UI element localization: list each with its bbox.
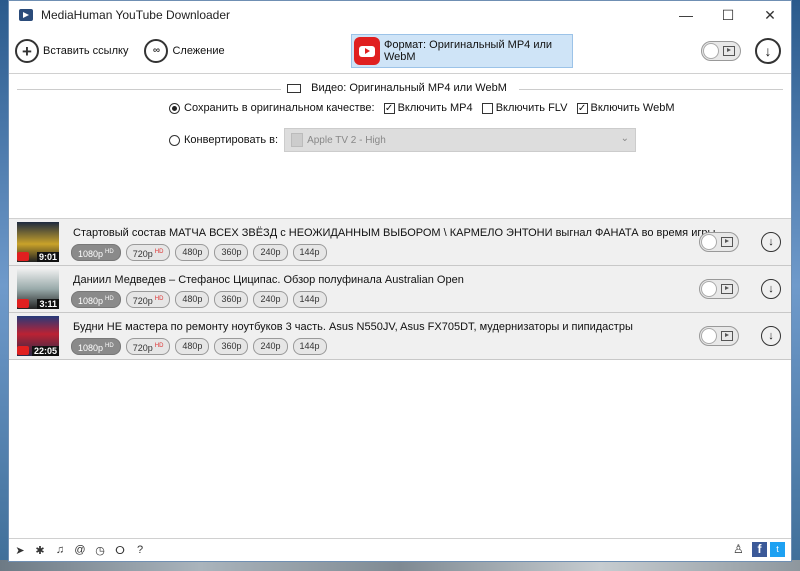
quality-options: 1080p HD 720p HD 480p 360p 240p 144p <box>71 291 332 308</box>
people-icon[interactable]: ♙ <box>733 542 747 556</box>
device-icon <box>291 133 304 147</box>
tracking-label: Слежение <box>172 45 225 57</box>
youtube-icon <box>17 346 29 355</box>
keep-original-radio[interactable] <box>169 102 180 114</box>
quality-480p[interactable]: 480p <box>175 291 210 308</box>
quality-options: 1080p HD 720p HD 480p 360p 240p 144p <box>71 338 332 355</box>
keep-original-row: Сохранить в оригинальном качестве: ✓ Вклю… <box>169 102 675 114</box>
gear-icon[interactable]: ✱ <box>31 544 49 557</box>
clock-icon[interactable]: ◷ <box>91 544 109 557</box>
section-title: Видео: Оригинальный MP4 или WebM <box>9 82 791 94</box>
quality-1080p[interactable]: 1080p HD <box>71 244 121 261</box>
video-title: Стартовый состав МАТЧА ВСЕХ ЗВЁЗД с НЕОЖ… <box>73 227 716 239</box>
auto-download-toggle[interactable] <box>701 41 741 61</box>
bottom-toolbar: ➤ ✱ ♫ @ ◷ ⵔ ? ♙ f t <box>9 538 791 561</box>
convert-label: Конвертировать в: <box>184 134 279 146</box>
video-title: Даниил Медведев – Стефанос Циципас. Обзо… <box>73 274 464 286</box>
convert-preset-select[interactable]: Apple TV 2 - High ⌄ <box>284 128 637 152</box>
quality-1080p[interactable]: 1080p HD <box>71 291 121 308</box>
quality-720p[interactable]: 720p HD <box>125 244 171 261</box>
video-duration: 22:05 <box>31 346 59 356</box>
video-duration: 9:01 <box>36 252 59 262</box>
list-item[interactable]: 9:01 Стартовый состав МАТЧА ВСЕХ ЗВЁЗД с… <box>9 219 791 266</box>
quality-720p[interactable]: 720p HD <box>125 291 171 308</box>
video-duration: 3:11 <box>37 299 59 309</box>
video-toggle[interactable] <box>699 279 739 299</box>
app-window: MediaHuman YouTube Downloader — ☐ ✕ + Вс… <box>8 0 792 562</box>
download-button[interactable]: ↓ <box>761 279 781 299</box>
minimize-button[interactable]: — <box>665 1 707 29</box>
video-title: Будни НЕ мастера по ремонту ноутбуков 3 … <box>73 321 633 333</box>
video-thumbnail: 9:01 <box>17 222 59 262</box>
title-bar: MediaHuman YouTube Downloader — ☐ ✕ <box>9 1 791 29</box>
quality-options: 1080p HD 720p HD 480p 360p 240p 144p <box>71 244 332 261</box>
youtube-icon <box>354 37 380 65</box>
paste-link-label: Вставить ссылку <box>43 45 129 57</box>
download-all-button[interactable]: ↓ <box>755 38 781 64</box>
window-title: MediaHuman YouTube Downloader <box>41 8 231 22</box>
quality-144p[interactable]: 144p <box>292 291 327 308</box>
desktop-background-left <box>0 0 8 571</box>
desktop-background-right <box>792 0 800 571</box>
download-list: 9:01 Стартовый состав МАТЧА ВСЕХ ЗВЁЗД с… <box>9 219 791 360</box>
quality-480p[interactable]: 480p <box>175 244 210 261</box>
video-thumbnail: 3:11 <box>17 269 59 309</box>
list-item[interactable]: 22:05 Будни НЕ мастера по ремонту ноутбу… <box>9 313 791 360</box>
quality-144p[interactable]: 144p <box>292 338 327 355</box>
keep-original-label: Сохранить в оригинальном качестве: <box>184 102 375 114</box>
quality-240p[interactable]: 240p <box>253 244 288 261</box>
include-flv-checkbox[interactable] <box>481 102 493 114</box>
convert-radio[interactable] <box>169 134 180 146</box>
toolbar: + Вставить ссылку ∞ Слежение Формат: Ори… <box>9 29 791 74</box>
quality-1080p[interactable]: 1080p HD <box>71 338 121 355</box>
format-label: Формат: Оригинальный MP4 или WebM <box>383 39 553 63</box>
video-icon <box>287 83 302 93</box>
chevron-down-icon: ⌄ <box>620 133 630 144</box>
include-flv-label: Включить FLV <box>495 102 568 114</box>
paste-link-button[interactable]: + Вставить ссылку <box>9 34 134 68</box>
maximize-button[interactable]: ☐ <box>707 1 749 29</box>
twitter-icon[interactable]: t <box>770 542 785 557</box>
include-mp4-label: Включить MP4 <box>397 102 473 114</box>
include-mp4-checkbox[interactable]: ✓ <box>383 102 395 114</box>
snail-icon[interactable]: @ <box>71 544 89 556</box>
video-icon <box>721 284 733 294</box>
list-item[interactable]: 3:11 Даниил Медведев – Стефанос Циципас.… <box>9 266 791 313</box>
format-settings-panel: Видео: Оригинальный MP4 или WebM Сохрани… <box>9 74 791 219</box>
video-icon <box>721 237 733 247</box>
video-icon <box>723 46 735 56</box>
format-button[interactable]: Формат: Оригинальный MP4 или WebM <box>351 34 573 68</box>
video-toggle[interactable] <box>699 232 739 252</box>
convert-preset-value: Apple TV 2 - High <box>307 134 386 146</box>
include-webm-checkbox[interactable]: ✓ <box>576 102 588 114</box>
video-thumbnail: 22:05 <box>17 316 59 356</box>
youtube-icon <box>17 299 29 308</box>
download-button[interactable]: ↓ <box>761 232 781 252</box>
plus-icon: + <box>15 39 39 63</box>
quality-720p[interactable]: 720p HD <box>125 338 171 355</box>
quality-360p[interactable]: 360p <box>214 338 249 355</box>
tracking-button[interactable]: ∞ Слежение <box>138 34 230 68</box>
quality-144p[interactable]: 144p <box>292 244 327 261</box>
quality-240p[interactable]: 240p <box>253 338 288 355</box>
binoculars-icon: ∞ <box>144 39 169 63</box>
facebook-icon[interactable]: f <box>752 542 767 557</box>
download-button[interactable]: ↓ <box>761 326 781 346</box>
close-button[interactable]: ✕ <box>749 1 791 29</box>
video-toggle[interactable] <box>699 326 739 346</box>
binoculars-icon[interactable]: ⵔ <box>111 544 129 557</box>
quality-360p[interactable]: 360p <box>214 291 249 308</box>
music-icon[interactable]: ♫ <box>51 544 69 556</box>
convert-row: Конвертировать в: Apple TV 2 - High ⌄ <box>169 128 637 152</box>
youtube-icon <box>17 252 29 261</box>
help-icon[interactable]: ? <box>131 544 149 556</box>
video-icon <box>721 331 733 341</box>
quality-360p[interactable]: 360p <box>214 244 249 261</box>
include-webm-label: Включить WebM <box>590 102 675 114</box>
quality-480p[interactable]: 480p <box>175 338 210 355</box>
app-icon <box>19 9 33 21</box>
quality-240p[interactable]: 240p <box>253 291 288 308</box>
send-icon[interactable]: ➤ <box>11 544 29 557</box>
